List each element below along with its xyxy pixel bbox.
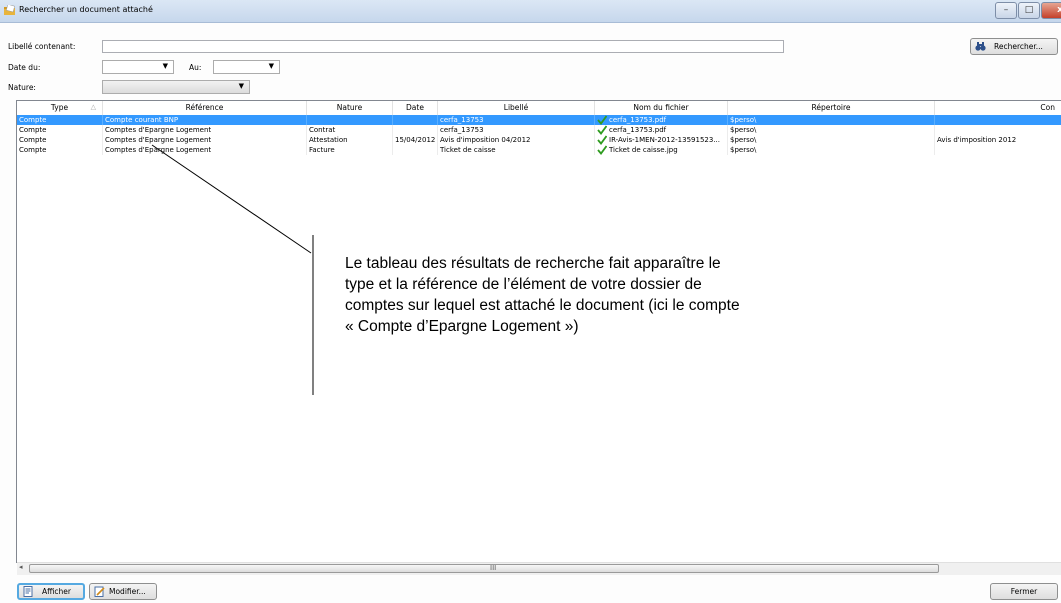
annotation-callout: Le tableau des résultats de recherche fa… — [345, 255, 740, 335]
search-attached-document-window: Rechercher un document attaché – □ x Lib… — [0, 0, 1061, 603]
callout-pointer-line — [151, 144, 312, 254]
